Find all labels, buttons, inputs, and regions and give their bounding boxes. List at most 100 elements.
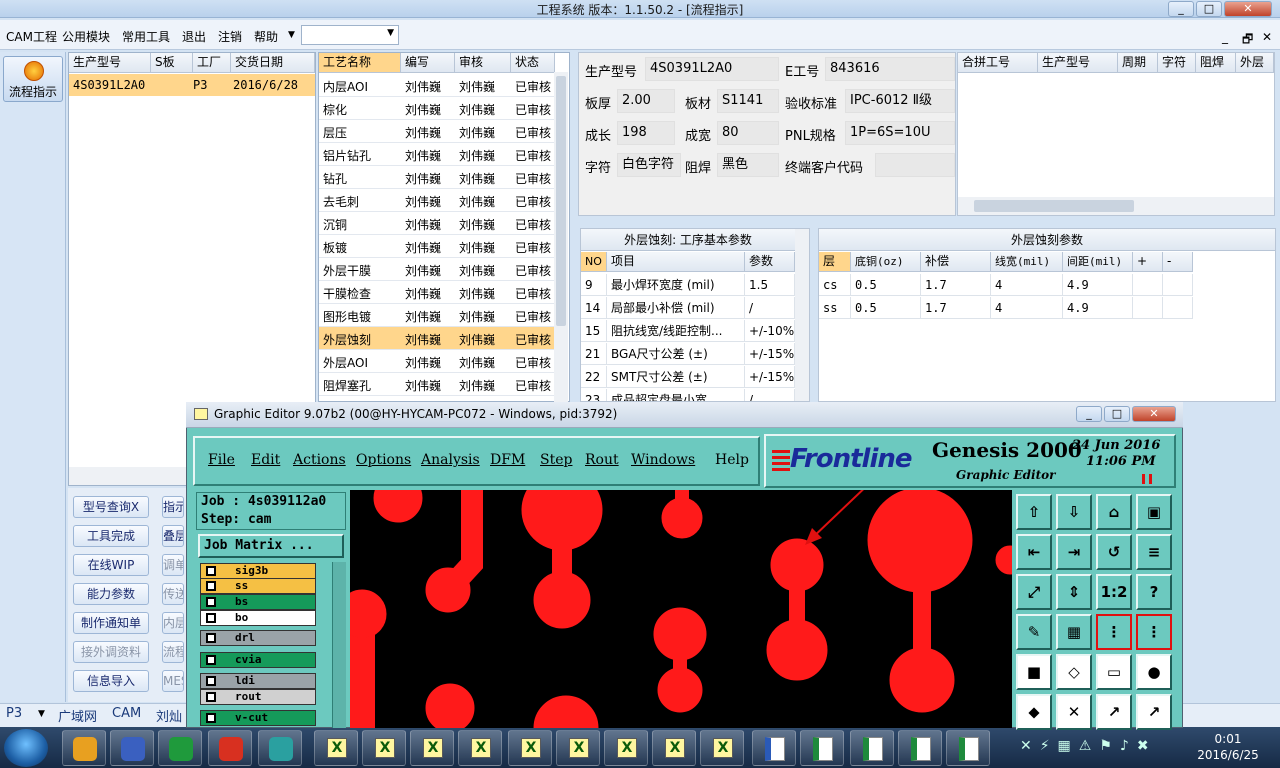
length-field[interactable]: 198 xyxy=(617,121,675,145)
col-item[interactable]: 项目 xyxy=(607,252,745,272)
standard-field[interactable]: IPC-6012 Ⅱ级 xyxy=(845,89,955,113)
layer-list-scrollbar[interactable] xyxy=(332,562,346,728)
params-scrollbar[interactable] xyxy=(795,229,809,401)
col-base-copper[interactable]: 底铜(oz) xyxy=(851,252,921,272)
menu-logout[interactable]: 注销 xyxy=(218,28,242,45)
chevron-down-icon[interactable]: ▼ xyxy=(38,709,45,719)
model-field[interactable]: 4S0391L2A0 xyxy=(645,57,779,81)
customer-code-field[interactable] xyxy=(875,153,955,177)
taskbar-button[interactable]: X xyxy=(556,730,600,766)
table-row[interactable]: 外层干膜 刘伟巍 刘伟巍 已审核 xyxy=(319,258,555,281)
col-char[interactable]: 字符 xyxy=(1158,53,1196,73)
material-field[interactable]: S1141 xyxy=(717,89,779,113)
function-button[interactable]: 流程 xyxy=(162,641,184,663)
menu-cam[interactable]: CAM工程 xyxy=(6,28,57,45)
drill-icon[interactable]: ⋮ xyxy=(1136,614,1172,650)
layer-checkbox[interactable] xyxy=(206,597,216,607)
cross-icon[interactable]: ✕ xyxy=(1056,694,1092,730)
table-row[interactable]: 沉铜 刘伟巍 刘伟巍 已审核 xyxy=(319,212,555,235)
layer-item[interactable]: cvia xyxy=(200,652,316,668)
graphic-canvas[interactable] xyxy=(350,490,1012,728)
taskbar-button[interactable] xyxy=(208,730,252,766)
module-dropdown[interactable]: ▼ xyxy=(301,25,399,45)
function-button[interactable]: 接外调资料 xyxy=(73,641,149,663)
undo-icon[interactable]: ↺ xyxy=(1096,534,1132,570)
col-status[interactable]: 状态 xyxy=(511,53,555,73)
col-combine-no[interactable]: 合拼工号 xyxy=(958,53,1038,73)
layer-item[interactable]: v-cut xyxy=(200,710,316,726)
col-compensation[interactable]: 补偿 xyxy=(921,252,991,272)
taskbar-button[interactable] xyxy=(158,730,202,766)
function-button[interactable]: 型号查询X xyxy=(73,496,149,518)
table-row[interactable]: 棕化 刘伟巍 刘伟巍 已审核 xyxy=(319,97,555,120)
tray-icons[interactable]: ✕⚡▦⚠⚑♪✖ xyxy=(1020,738,1190,758)
node-icon[interactable]: ⬥ xyxy=(1016,694,1052,730)
table-row[interactable]: 铝片钻孔 刘伟巍 刘伟巍 已审核 xyxy=(319,143,555,166)
width-field[interactable]: 80 xyxy=(717,121,779,145)
ge-close-button[interactable]: ✕ xyxy=(1132,406,1176,422)
col-s-board[interactable]: S板 xyxy=(151,53,193,73)
layer-item[interactable]: drl xyxy=(200,630,316,646)
fit-icon[interactable]: ⤢ xyxy=(1016,574,1052,610)
ge-menu-edit[interactable]: Edit xyxy=(251,452,280,468)
ge-menu-analysis[interactable]: Analysis xyxy=(421,452,480,468)
col-param[interactable]: 参数 xyxy=(745,252,795,272)
function-button[interactable]: 调单 xyxy=(162,554,184,576)
col-no[interactable]: NO xyxy=(581,252,607,272)
window-icon[interactable]: ▣ xyxy=(1136,494,1172,530)
route-icon[interactable]: ↗ xyxy=(1096,694,1132,730)
menu-exit[interactable]: 退出 xyxy=(182,28,206,45)
horizontal-scrollbar[interactable] xyxy=(958,197,1274,215)
factory-status[interactable]: P3 xyxy=(6,706,22,721)
layer-item[interactable]: sig3b xyxy=(200,563,316,579)
move-icon[interactable]: ↗ xyxy=(1136,694,1172,730)
function-button[interactable]: 制作通知单 xyxy=(73,612,149,634)
col-mask[interactable]: 阻焊 xyxy=(1196,53,1236,73)
close-button[interactable]: ✕ xyxy=(1224,1,1272,17)
net-icon[interactable]: ⋮ xyxy=(1096,614,1132,650)
table-row[interactable]: 阻焊塞孔 刘伟巍 刘伟巍 已审核 xyxy=(319,373,555,396)
function-button[interactable]: 能力参数 xyxy=(73,583,149,605)
layer-item[interactable]: bs xyxy=(200,594,316,610)
job-matrix-button[interactable]: Job Matrix ... xyxy=(198,534,344,558)
col-layer[interactable]: 层 xyxy=(819,252,851,272)
flow-indicator-button[interactable]: 流程指示 xyxy=(3,56,63,102)
thickness-field[interactable]: 2.00 xyxy=(617,89,675,113)
pan-right-icon[interactable]: ⇥ xyxy=(1056,534,1092,570)
taskbar-button[interactable] xyxy=(110,730,154,766)
ge-minimize-button[interactable]: _ xyxy=(1076,406,1102,422)
process-scrollbar[interactable] xyxy=(554,72,568,402)
layer-checkbox[interactable] xyxy=(206,566,216,576)
select-icon[interactable]: ■ xyxy=(1016,654,1052,690)
table-row[interactable]: 外层蚀刻 刘伟巍 刘伟巍 已审核 xyxy=(319,327,555,350)
layer-item[interactable]: rout xyxy=(200,689,316,705)
taskbar-button[interactable]: X xyxy=(314,730,358,766)
taskbar-button[interactable] xyxy=(898,730,942,766)
menu-common-modules[interactable]: 公用模块 xyxy=(62,28,110,45)
taskbar-button[interactable] xyxy=(258,730,302,766)
ge-menu-step[interactable]: Step xyxy=(540,452,572,468)
col-model[interactable]: 生产型号 xyxy=(69,53,151,73)
col-combine-model[interactable]: 生产型号 xyxy=(1038,53,1118,73)
col-factory[interactable]: 工厂 xyxy=(193,53,231,73)
col-outer[interactable]: 外层 xyxy=(1236,53,1274,73)
home-icon[interactable]: ⌂ xyxy=(1096,494,1132,530)
function-button[interactable]: 指示 xyxy=(162,496,184,518)
layer-checkbox[interactable] xyxy=(206,581,216,591)
layer-checkbox[interactable] xyxy=(206,676,216,686)
polygon-icon[interactable]: ◇ xyxy=(1056,654,1092,690)
taskbar-button[interactable]: X xyxy=(700,730,744,766)
taskbar-button[interactable]: X xyxy=(604,730,648,766)
table-row[interactable]: 图形电镀 刘伟巍 刘伟巍 已审核 xyxy=(319,304,555,327)
table-row[interactable]: 层压 刘伟巍 刘伟巍 已审核 xyxy=(319,120,555,143)
taskbar-button[interactable] xyxy=(752,730,796,766)
function-button[interactable]: 在线WIP xyxy=(73,554,149,576)
taskbar-button[interactable] xyxy=(946,730,990,766)
col-line-width[interactable]: 线宽(mil) xyxy=(991,252,1063,272)
taskbar-button[interactable]: X xyxy=(458,730,502,766)
pause-icon[interactable] xyxy=(1142,474,1152,484)
ge-menu-file[interactable]: File xyxy=(208,452,235,468)
col-delivery[interactable]: 交货日期 xyxy=(231,53,315,73)
function-button[interactable]: 工具完成 xyxy=(73,525,149,547)
ruler-icon[interactable]: ▭ xyxy=(1096,654,1132,690)
